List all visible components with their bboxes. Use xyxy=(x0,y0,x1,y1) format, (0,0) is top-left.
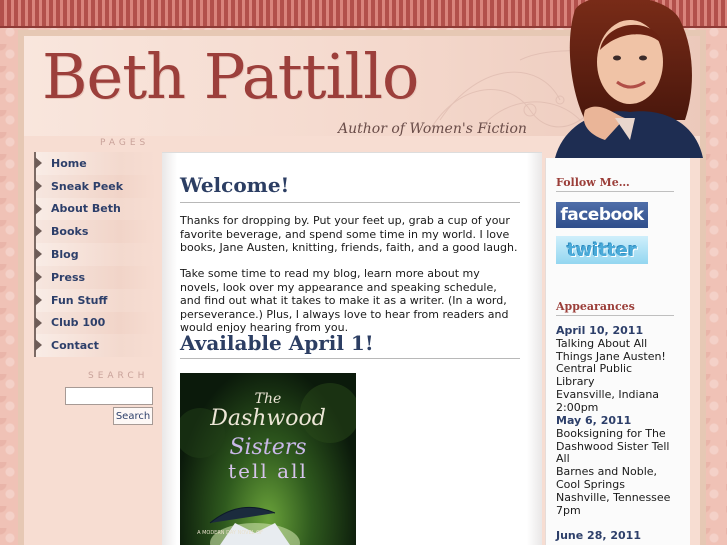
book-title-sisters: Sisters xyxy=(229,435,307,460)
sidebar-item-fun-stuff[interactable]: Fun Stuff xyxy=(34,288,156,312)
welcome-paragraph: Thanks for dropping by. Put your feet up… xyxy=(180,214,518,254)
pages-heading: PAGES xyxy=(100,138,150,148)
event-item: April 10, 2011 Talking About All Things … xyxy=(556,324,674,415)
appearances-heading: Appearances xyxy=(556,300,635,313)
sidebar-item-label[interactable]: Contact xyxy=(51,339,99,352)
arrow-right-icon xyxy=(35,225,42,238)
sidebar-item-about-beth[interactable]: About Beth xyxy=(34,197,156,221)
book-cover-image[interactable]: The Dashwood Sisters tell all A MODERN D… xyxy=(180,373,356,545)
event-line: Nashville, Tennessee xyxy=(556,490,671,504)
event-item: June 28, 2011 xyxy=(556,529,674,543)
twitter-button[interactable]: twitter xyxy=(556,236,648,264)
sidebar-item-label[interactable]: Fun Stuff xyxy=(51,294,107,307)
arrow-right-icon xyxy=(35,179,42,192)
sidebar-item-sneak-peek[interactable]: Sneak Peek xyxy=(34,174,156,198)
arrow-right-icon xyxy=(35,270,42,283)
event-line: Talking About All Things Jane Austen! xyxy=(556,336,666,363)
event-date: May 6, 2011 xyxy=(556,414,632,427)
event-line: Central Public Library xyxy=(556,362,633,389)
divider xyxy=(180,358,520,359)
author-portrait xyxy=(555,0,703,158)
sidebar-item-label[interactable]: Books xyxy=(51,225,88,238)
sidebar-item-books[interactable]: Books xyxy=(34,220,156,244)
divider xyxy=(556,315,674,316)
event-date: June 28, 2011 xyxy=(556,529,641,542)
book-strapline: A MODERN DAY NOVEL OF xyxy=(197,530,263,536)
sidebar-item-label[interactable]: Club 100 xyxy=(51,316,105,329)
sidebar-item-label[interactable]: Blog xyxy=(51,248,79,261)
book-title-dashwood: Dashwood xyxy=(210,406,326,431)
book-title-tell-all: tell all xyxy=(228,459,308,483)
arrow-right-icon xyxy=(35,293,42,306)
event-line: 2:00pm xyxy=(556,400,599,414)
arrow-right-icon xyxy=(35,157,42,169)
book-title-line: The Dashwood xyxy=(180,391,356,430)
divider xyxy=(180,202,520,203)
arrow-right-icon xyxy=(35,248,42,261)
event-line: Booksigning for The Dashwood Sister Tell… xyxy=(556,426,670,466)
sidebar-item-press[interactable]: Press xyxy=(34,265,156,289)
sidebar-item-home[interactable]: Home xyxy=(34,152,156,175)
event-date: April 10, 2011 xyxy=(556,324,644,337)
event-item: May 6, 2011 Booksigning for The Dashwood… xyxy=(556,414,674,517)
sidebar-item-label[interactable]: Press xyxy=(51,271,85,284)
event-line: Barnes and Noble, Cool Springs xyxy=(556,465,658,491)
welcome-heading: Welcome! xyxy=(180,173,290,197)
intro-paragraph: Take some time to read my blog, learn mo… xyxy=(180,267,509,334)
divider xyxy=(556,191,674,192)
sidebar-item-label[interactable]: About Beth xyxy=(51,202,121,215)
book-title-the: The xyxy=(254,391,282,407)
search-heading: SEARCH xyxy=(88,371,149,381)
sidebar-item-contact[interactable]: Contact xyxy=(34,334,156,358)
site-title[interactable]: Beth Pattillo xyxy=(42,40,419,113)
sidebar-nav: Home Sneak Peek About Beth Books Blog Pr… xyxy=(34,152,156,358)
search-input[interactable] xyxy=(65,387,153,405)
sidebar-item-blog[interactable]: Blog xyxy=(34,243,156,266)
sidebar-item-label[interactable]: Sneak Peek xyxy=(51,180,123,193)
site-tagline: Author of Women's Fiction xyxy=(338,121,527,137)
arrow-right-icon xyxy=(35,339,42,352)
sidebar-item-club-100[interactable]: Club 100 xyxy=(34,311,156,335)
event-line: Evansville, Indiana xyxy=(556,387,660,401)
event-line: 7pm xyxy=(556,503,581,517)
search-button[interactable]: Search xyxy=(113,407,153,425)
follow-heading: Follow Me… xyxy=(556,176,630,189)
facebook-button[interactable]: facebook xyxy=(556,202,648,228)
arrow-right-icon xyxy=(35,316,42,329)
arrow-right-icon xyxy=(35,202,42,215)
sidebar-item-label[interactable]: Home xyxy=(51,157,87,170)
available-heading: Available April 1! xyxy=(180,331,374,355)
